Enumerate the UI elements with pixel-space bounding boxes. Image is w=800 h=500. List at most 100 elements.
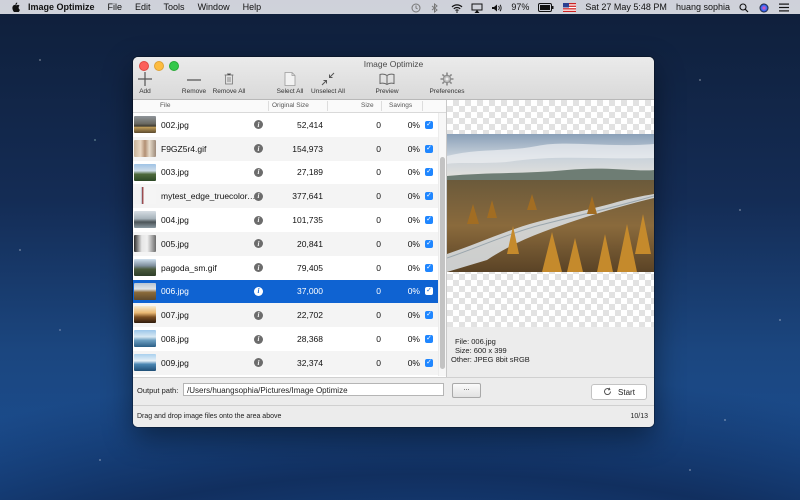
notification-center-icon[interactable] (779, 3, 790, 12)
optimized-size: 0 (376, 191, 381, 202)
table-row[interactable]: 007.jpg i 22,702 0 0% ✓ (133, 303, 438, 328)
table-row[interactable]: mytest_edge_truecolor.png i 377,641 0 0%… (133, 184, 438, 209)
preview-button[interactable]: Preview (373, 71, 401, 95)
collapse-arrows-icon (309, 71, 347, 87)
menu-edit[interactable]: Edit (135, 2, 151, 12)
battery-percent[interactable]: 97% (511, 2, 529, 12)
table-row[interactable]: pagoda_sm.gif i 79,405 0 0% ✓ (133, 256, 438, 280)
include-checkbox[interactable]: ✓ (425, 144, 433, 153)
status-bar: Drag and drop image files onto the area … (133, 405, 654, 427)
menu-file[interactable]: File (108, 2, 123, 12)
file-counter: 10/13 (630, 413, 648, 420)
info-icon[interactable]: i (254, 215, 263, 225)
unselect-all-button[interactable]: Unselect All (309, 71, 347, 95)
optimized-size: 0 (376, 167, 381, 178)
siri-icon[interactable] (759, 3, 770, 12)
info-icon[interactable]: i (254, 310, 263, 320)
include-checkbox[interactable]: ✓ (425, 120, 433, 129)
table-row[interactable]: F9GZ5r4.gif i 154,973 0 0% ✓ (133, 136, 438, 161)
window-toolbar: Image Optimize Add Remove Remove All Sel… (133, 57, 654, 100)
file-name: 003.jpg (161, 167, 189, 178)
volume-icon[interactable] (491, 3, 502, 12)
menu-tools[interactable]: Tools (164, 2, 185, 12)
wifi-icon[interactable] (451, 3, 463, 13)
column-header-file[interactable]: File (160, 102, 170, 109)
spotlight-search-icon[interactable] (739, 2, 750, 12)
table-row[interactable]: 005.jpg i 20,841 0 0% ✓ (133, 231, 438, 256)
info-icon[interactable]: i (254, 144, 263, 154)
savings: 0% (407, 262, 420, 273)
table-row[interactable]: 008.jpg i 28,368 0 0% ✓ (133, 327, 438, 351)
include-checkbox[interactable]: ✓ (425, 192, 433, 201)
output-path-field[interactable]: /Users/huangsophia/Pictures/Image Optimi… (183, 383, 444, 396)
table-row-selected[interactable]: 006.jpg i 37,000 0 0% ✓ (133, 279, 438, 304)
thumbnail-image (134, 282, 156, 300)
drag-drop-hint: Drag and drop image files onto the area … (137, 413, 282, 420)
apple-menu-icon[interactable] (10, 2, 20, 12)
info-icon[interactable]: i (254, 358, 263, 368)
menu-app-name[interactable]: Image Optimize (28, 2, 95, 12)
remove-all-button[interactable]: Remove All (211, 71, 247, 95)
table-row[interactable]: 009.jpg i 32,374 0 0% ✓ (133, 350, 438, 375)
thumbnail-image (134, 211, 156, 229)
include-checkbox[interactable]: ✓ (425, 239, 433, 248)
table-row[interactable]: 003.jpg i 27,189 0 0% ✓ (133, 161, 438, 185)
table-scrollbar[interactable] (438, 113, 446, 376)
clock[interactable]: Sat 27 May 5:48 PM (585, 2, 667, 12)
menu-window[interactable]: Window (198, 2, 230, 12)
info-icon[interactable]: i (254, 239, 263, 249)
battery-icon[interactable] (538, 2, 554, 12)
gear-icon (427, 71, 467, 87)
info-icon[interactable]: i (254, 263, 263, 273)
user-name[interactable]: huang sophia (676, 2, 730, 12)
select-all-button[interactable]: Select All (274, 71, 306, 95)
include-checkbox[interactable]: ✓ (425, 263, 433, 272)
thumbnail-image (134, 306, 156, 324)
scrollbar-thumb[interactable] (440, 157, 445, 369)
thumbnail-image (134, 353, 156, 371)
include-checkbox[interactable]: ✓ (425, 311, 433, 320)
start-button[interactable]: Start (591, 384, 647, 400)
optimized-size: 0 (376, 334, 381, 345)
optimized-size: 0 (376, 215, 381, 226)
savings: 0% (407, 334, 420, 345)
column-header-savings[interactable]: Savings (389, 102, 412, 109)
airplay-icon[interactable] (471, 3, 483, 13)
original-size: 79,405 (297, 262, 323, 273)
window-title: Image Optimize (363, 59, 424, 69)
us-flag-icon[interactable] (563, 2, 577, 12)
bluetooth-icon[interactable] (431, 2, 442, 13)
info-icon[interactable]: i (254, 167, 263, 177)
plus-icon (135, 71, 155, 87)
menu-help[interactable]: Help (243, 2, 262, 12)
info-icon[interactable]: i (254, 191, 263, 201)
include-checkbox[interactable]: ✓ (425, 287, 433, 296)
column-header-size[interactable]: Size (361, 102, 374, 109)
book-icon (373, 71, 401, 87)
original-size: 377,641 (292, 191, 323, 202)
table-row[interactable]: 004.jpg i 101,735 0 0% ✓ (133, 208, 438, 232)
table-row[interactable]: 002.jpg i 52,414 0 0% ✓ (133, 113, 438, 137)
info-icon[interactable]: i (254, 286, 263, 296)
file-name: pagoda_sm.gif (161, 262, 217, 273)
include-checkbox[interactable]: ✓ (425, 335, 433, 344)
include-checkbox[interactable]: ✓ (425, 358, 433, 367)
column-header-original-size[interactable]: Original Size (272, 102, 309, 109)
preview-label: Preview (375, 88, 399, 95)
preferences-button[interactable]: Preferences (427, 71, 467, 95)
info-icon[interactable]: i (254, 120, 263, 130)
optimized-size: 0 (376, 119, 381, 130)
optimized-size: 0 (376, 143, 381, 154)
original-size: 37,000 (297, 286, 323, 297)
info-icon[interactable]: i (254, 334, 263, 344)
time-machine-icon[interactable] (411, 3, 422, 12)
add-button[interactable]: Add (135, 71, 155, 95)
image-preview (447, 100, 654, 327)
include-checkbox[interactable]: ✓ (425, 216, 433, 225)
file-name: 005.jpg (161, 238, 189, 249)
browse-button[interactable]: ... (452, 383, 481, 398)
original-size: 20,841 (297, 238, 323, 249)
remove-button[interactable]: Remove (181, 71, 207, 95)
include-checkbox[interactable]: ✓ (425, 168, 433, 177)
savings: 0% (407, 119, 420, 130)
